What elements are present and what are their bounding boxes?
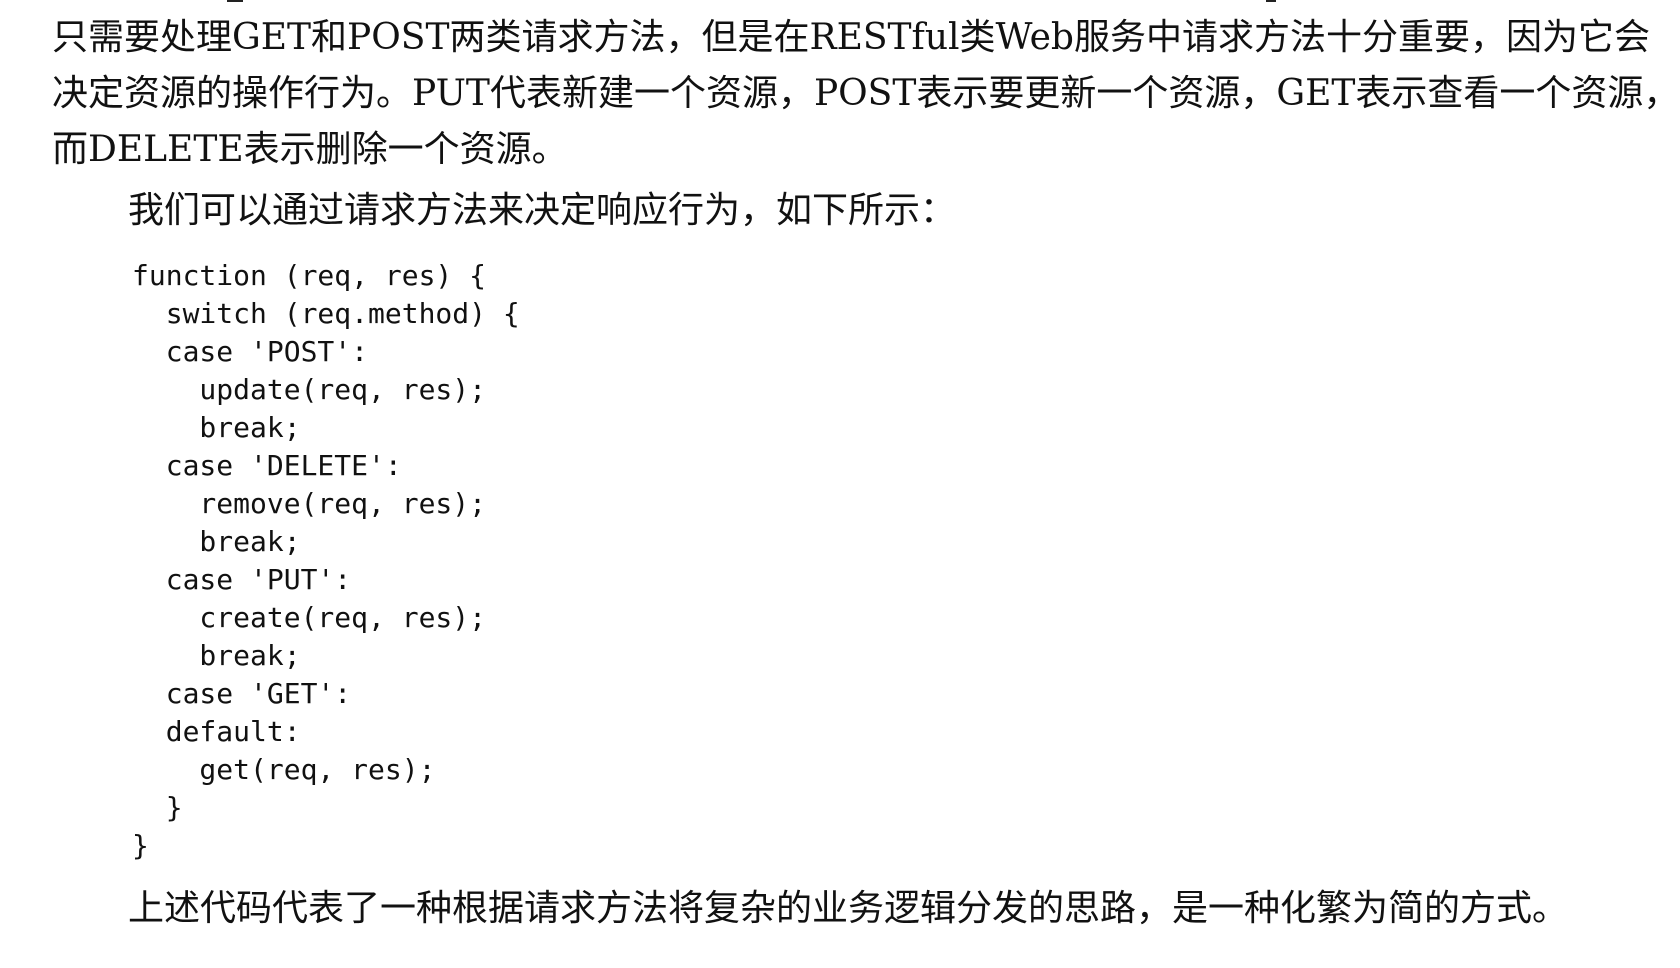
document-page: 只需要处理GET和POST两类请求方法，但是在RESTful类Web服务中请求方… [0,0,1680,968]
code-line: break; [132,411,301,444]
code-line: function (req, res) { [132,259,487,292]
paragraph-top-line-3: 而DELETE表示删除一个资源。 [52,129,568,170]
paragraph-top: 只需要处理GET和POST两类请求方法，但是在RESTful类Web服务中请求方… [52,10,1680,178]
code-line: case 'DELETE': [132,449,402,482]
paragraph-bottom: 上述代码代表了一种根据请求方法将复杂的业务逻辑分发的思路，是一种化繁为简的方式。 [128,888,1569,929]
code-line: case 'PUT': [132,563,352,596]
code-block: function (req, res) { switch (req.method… [132,257,520,865]
code-line: } [132,791,183,824]
code-line: case 'POST': [132,335,369,368]
code-line: switch (req.method) { [132,297,520,330]
cutoff-mark [1266,0,1276,2]
code-line: default: [132,715,301,748]
cutoff-underline [227,0,243,2]
code-line: } [132,829,149,862]
code-line: update(req, res); [132,373,487,406]
code-line: get(req, res); [132,753,436,786]
code-line: remove(req, res); [132,487,487,520]
paragraph-top-line-2: 决定资源的操作行为。PUT代表新建一个资源，POST表示要更新一个资源，GET表… [52,73,1680,114]
paragraph-intro: 我们可以通过请求方法来决定响应行为，如下所示： [128,190,957,231]
code-line: break; [132,525,301,558]
code-line: break; [132,639,301,672]
code-line: create(req, res); [132,601,487,634]
paragraph-top-line-1: 只需要处理GET和POST两类请求方法，但是在RESTful类Web服务中请求方… [52,17,1650,58]
code-line: case 'GET': [132,677,352,710]
